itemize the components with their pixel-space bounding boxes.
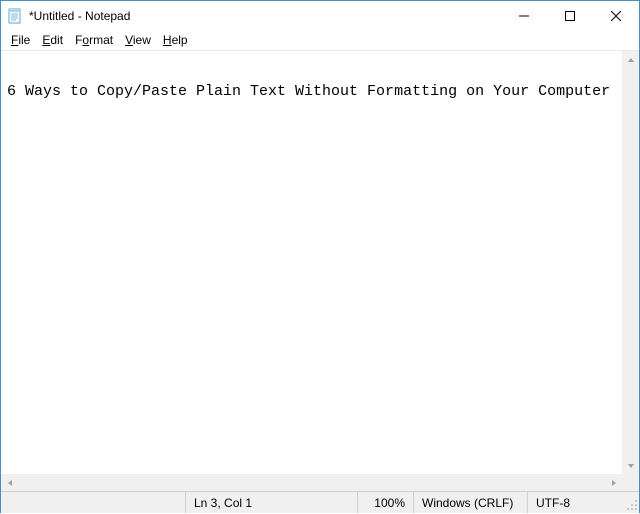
resize-grip-icon[interactable] (626, 499, 638, 511)
menu-file[interactable]: File (5, 32, 36, 48)
menu-view[interactable]: View (119, 32, 157, 48)
titlebar[interactable]: *Untitled - Notepad (1, 1, 639, 31)
menu-format[interactable]: Format (69, 32, 119, 48)
status-position: Ln 3, Col 1 (185, 492, 357, 513)
scroll-left-icon[interactable] (1, 474, 18, 491)
scroll-right-icon[interactable] (605, 474, 622, 491)
maximize-button[interactable] (547, 1, 593, 31)
menubar: File Edit Format View Help (1, 31, 639, 51)
status-encoding: UTF-8 (527, 492, 639, 513)
horizontal-scrollbar[interactable] (1, 474, 622, 491)
scrollbar-corner (622, 474, 639, 491)
notepad-icon (7, 8, 23, 24)
close-button[interactable] (593, 1, 639, 31)
menu-help[interactable]: Help (157, 32, 194, 48)
editor-area: 6 Ways to Copy/Paste Plain Text Without … (1, 51, 639, 491)
vertical-scrollbar[interactable] (622, 51, 639, 474)
text-editor[interactable]: 6 Ways to Copy/Paste Plain Text Without … (1, 51, 622, 474)
status-zoom: 100% (357, 492, 413, 513)
minimize-button[interactable] (501, 1, 547, 31)
scroll-down-icon[interactable] (622, 457, 639, 474)
status-line-ending: Windows (CRLF) (413, 492, 527, 513)
window-controls (501, 1, 639, 31)
menu-edit[interactable]: Edit (36, 32, 69, 48)
scroll-up-icon[interactable] (622, 51, 639, 68)
window-title: *Untitled - Notepad (29, 9, 501, 23)
statusbar: Ln 3, Col 1 100% Windows (CRLF) UTF-8 (1, 491, 639, 513)
